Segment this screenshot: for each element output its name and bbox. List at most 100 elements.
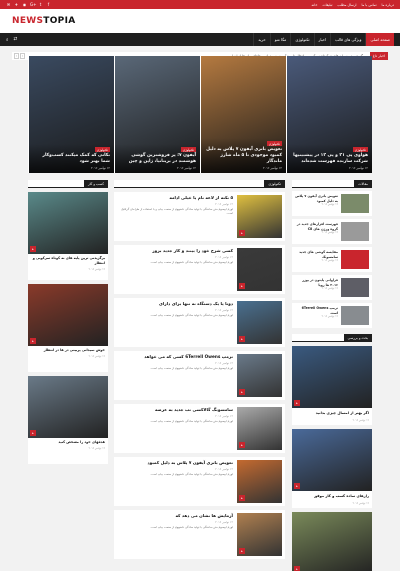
post-title[interactable]: ترمپ 6Terrell Owens کسی که می خواهد [117, 354, 233, 360]
category-badge[interactable]: تکنولوژی [94, 147, 110, 152]
item-title[interactable]: ترمپ 6Terrell Owens است [295, 306, 338, 315]
category-badge[interactable]: تکنولوژی [266, 141, 282, 146]
post-item[interactable]: ▸ آزمایش ها نشان می دهد که ۱۲ نوامبر ۲۰۱۶ ل… [114, 510, 285, 559]
category-corner-badge[interactable]: ▸ [239, 283, 245, 289]
item-title[interactable]: تعویض باتری آیفون ۷ پلاس به دلیل کمبود [295, 194, 338, 203]
thumbnail[interactable]: ▸ [237, 354, 282, 397]
top-link[interactable]: خانه [312, 3, 318, 7]
slide-card[interactable]: تکنولوژی نکاتی که کمک میکنند کسب‌وکار شما… [28, 56, 114, 173]
category-corner-badge[interactable]: ▸ [239, 548, 245, 554]
top-link[interactable]: تبلیغات [322, 3, 332, 7]
nav-item-shop[interactable]: خرید [253, 33, 270, 46]
post-title[interactable]: دوتا یا یک دستگاه نه تنها برای دارای [117, 301, 233, 307]
google-plus-icon[interactable]: G+ [30, 2, 36, 7]
category-corner-badge[interactable]: ▸ [30, 430, 36, 436]
feature-card[interactable]: ▸ رازهای ساده کسب و کار موفق ۱۲ نوامبر ۲۰۱… [292, 429, 372, 508]
thumbnail[interactable] [341, 278, 369, 297]
mail-icon[interactable]: ✉ [6, 2, 11, 7]
slide-card[interactable]: تکنولوژی هواوی پی ۲۱ و پی ۱۲ در پیشبینیها… [286, 56, 372, 173]
category-corner-badge[interactable]: ▸ [239, 495, 245, 501]
item-title[interactable]: اگر بهتر از امسال چیزی بدانید [292, 408, 372, 419]
category-corner-badge[interactable]: ▸ [294, 566, 300, 571]
thumbnail[interactable]: ▸ [28, 376, 108, 438]
post-title[interactable]: تعویض باتری آیفون ۷ پلاس به دلیل کمبود [117, 460, 233, 466]
search-icon[interactable]: ⌕ [6, 37, 9, 43]
category-corner-badge[interactable]: ▸ [239, 230, 245, 236]
thumbnail[interactable]: ▸ [237, 301, 282, 344]
list-item[interactable]: فراوانی پایتون در یوزر ۲۰۱۶ ها رویا ۱۲ نو… [292, 275, 372, 300]
slide-title[interactable]: تعویض باتری آیفون ۷ پلاس به دلیل کمبود م… [205, 147, 282, 165]
category-corner-badge[interactable]: ▸ [30, 246, 36, 252]
list-item[interactable]: تعویض باتری آیفون ۷ پلاس به دلیل کمبود ۱۲… [292, 191, 372, 216]
slide-card[interactable]: تکنولوژی آیفون ۷؛ پر فروشترین گوشی هوشمند… [114, 56, 200, 173]
item-title[interactable]: رازهای ساده کسب و کار موفق [292, 491, 372, 502]
thumbnail[interactable] [341, 222, 369, 241]
telegram-icon[interactable]: ✈ [14, 2, 19, 7]
post-title[interactable]: ۵ نکته از لاعه نام یا خیلی ادامه [117, 195, 233, 201]
slide-card[interactable]: تکنولوژی تعویض باتری آیفون ۷ پلاس به دلیل… [200, 56, 286, 173]
list-item[interactable]: ترمپ 6Terrell Owens است ۱۲ نوامبر ۲۰۱۶ [292, 303, 372, 328]
list-item[interactable]: فهرست افزارهای جدید در گروه ورژن های C8 ۱… [292, 219, 372, 244]
twitter-icon[interactable]: t [38, 2, 43, 7]
thumbnail[interactable]: ▸ [292, 346, 372, 408]
post-card[interactable]: ▸ برگزیدنی ترین پایه های نه کوتاه سرکوبی … [28, 192, 108, 280]
post-title[interactable]: کسی شرح خود را بینند و کار جدید بروز [117, 248, 233, 254]
feature-card[interactable]: ▸تمرین ورزشی منظم۱۲ نوامبر ۲۰۱۶ [292, 512, 372, 571]
post-item[interactable]: ▸ کسی شرح خود را بینند و کار جدید بروز ۱۲ … [114, 245, 285, 294]
post-card[interactable]: ▸ خوش نمیدانی پربینی در ها در انتظار ۱۲ نو… [28, 284, 108, 372]
top-link[interactable]: ارسال مطلب [337, 3, 356, 7]
post-title[interactable]: سامسونگ گالاکسی تب جدید به عرضه [117, 407, 233, 413]
category-corner-badge[interactable]: ▸ [294, 400, 300, 406]
thumbnail[interactable] [341, 250, 369, 269]
site-logo[interactable]: NEWSTOPIA [12, 16, 76, 26]
category-corner-badge[interactable]: ▸ [239, 336, 245, 342]
thumbnail[interactable] [341, 306, 369, 325]
slide-title[interactable]: آیفون ۷؛ پر فروشترین گوشی هوشمند در بریت… [119, 153, 196, 165]
post-title[interactable]: خوش نمیدانی پربینی در ها در انتظار [28, 346, 108, 355]
post-title[interactable]: آزمایش ها نشان می دهد که [117, 513, 233, 519]
prev-arrow-icon[interactable]: ‹ [14, 53, 19, 59]
thumbnail[interactable]: ▸ [237, 195, 282, 238]
list-item[interactable]: مقایسه گوشی های جدید سامسونگ ۱۲ نوامبر ۲۰… [292, 247, 372, 272]
nav-item-news[interactable]: اخبار [313, 33, 331, 46]
instagram-icon[interactable]: ◉ [22, 2, 27, 7]
thumbnail[interactable]: ▸ [237, 513, 282, 556]
thumbnail[interactable]: ▸ [237, 460, 282, 503]
nav-item-tech[interactable]: تکنولوژی [290, 33, 313, 46]
feature-card[interactable]: ▸ اگر بهتر از امسال چیزی بدانید ۱۲ نوامبر … [292, 346, 372, 425]
category-corner-badge[interactable]: ▸ [239, 389, 245, 395]
top-link[interactable]: درباره ما [382, 3, 394, 7]
thumbnail[interactable]: ▸ [237, 407, 282, 450]
post-title[interactable]: هدفهای خود را مشخص کنید [28, 438, 108, 447]
category-corner-badge[interactable]: ▸ [30, 338, 36, 344]
post-item[interactable]: ▸ دوتا یا یک دستگاه نه تنها برای دارای ۱۲ … [114, 298, 285, 347]
item-title[interactable]: مقایسه گوشی های جدید سامسونگ [295, 250, 338, 259]
post-card[interactable]: ▸ هدفهای خود را مشخص کنید ۱۲ نوامبر ۲۰۱۶ [28, 376, 108, 464]
post-item[interactable]: ▸ ۵ نکته از لاعه نام یا خیلی ادامه ۱۲ نوام… [114, 192, 285, 241]
post-title[interactable]: برگزیدنی ترین پایه های نه کوتاه سرکوبی و… [28, 254, 108, 268]
next-arrow-icon[interactable]: › [20, 53, 25, 59]
nav-item-mega-menu[interactable]: مگا منو [269, 33, 291, 46]
item-title[interactable]: فهرست افزارهای جدید در گروه ورژن های C8 [295, 222, 338, 231]
category-badge[interactable]: تکنولوژی [352, 147, 368, 152]
thumbnail[interactable]: ▸ [292, 512, 372, 571]
nav-item-features[interactable]: ویژگی های قالب [330, 33, 365, 46]
shuffle-icon[interactable]: ⇄ [14, 37, 18, 43]
item-title[interactable]: فراوانی پایتون در یوزر ۲۰۱۶ ها رویا [295, 278, 338, 287]
thumbnail[interactable]: ▸ [292, 429, 372, 491]
facebook-icon[interactable]: f [46, 2, 51, 7]
top-link[interactable]: تماس با ما [361, 3, 376, 7]
post-item[interactable]: ▸ سامسونگ گالاکسی تب جدید به عرضه ۱۲ نوامب… [114, 404, 285, 453]
slide-title[interactable]: هواوی پی ۲۱ و پی ۱۲ در پیشبینیها شرکت سا… [291, 153, 368, 165]
thumbnail[interactable]: ▸ [237, 248, 282, 291]
category-corner-badge[interactable]: ▸ [294, 483, 300, 489]
nav-item-home[interactable]: صفحه اصلی [365, 33, 394, 46]
slide-title[interactable]: نکاتی که کمک میکنند کسب‌وکار شما بهتر شو… [33, 153, 110, 165]
thumbnail[interactable]: ▸ [28, 192, 108, 254]
category-badge[interactable]: تکنولوژی [180, 147, 196, 152]
thumbnail[interactable] [341, 194, 369, 213]
category-corner-badge[interactable]: ▸ [239, 442, 245, 448]
post-item[interactable]: ▸ ترمپ 6Terrell Owens کسی که می خواهد ۱۲ ن… [114, 351, 285, 400]
thumbnail[interactable]: ▸ [28, 284, 108, 346]
post-item[interactable]: ▸ تعویض باتری آیفون ۷ پلاس به دلیل کمبود ۱… [114, 457, 285, 506]
